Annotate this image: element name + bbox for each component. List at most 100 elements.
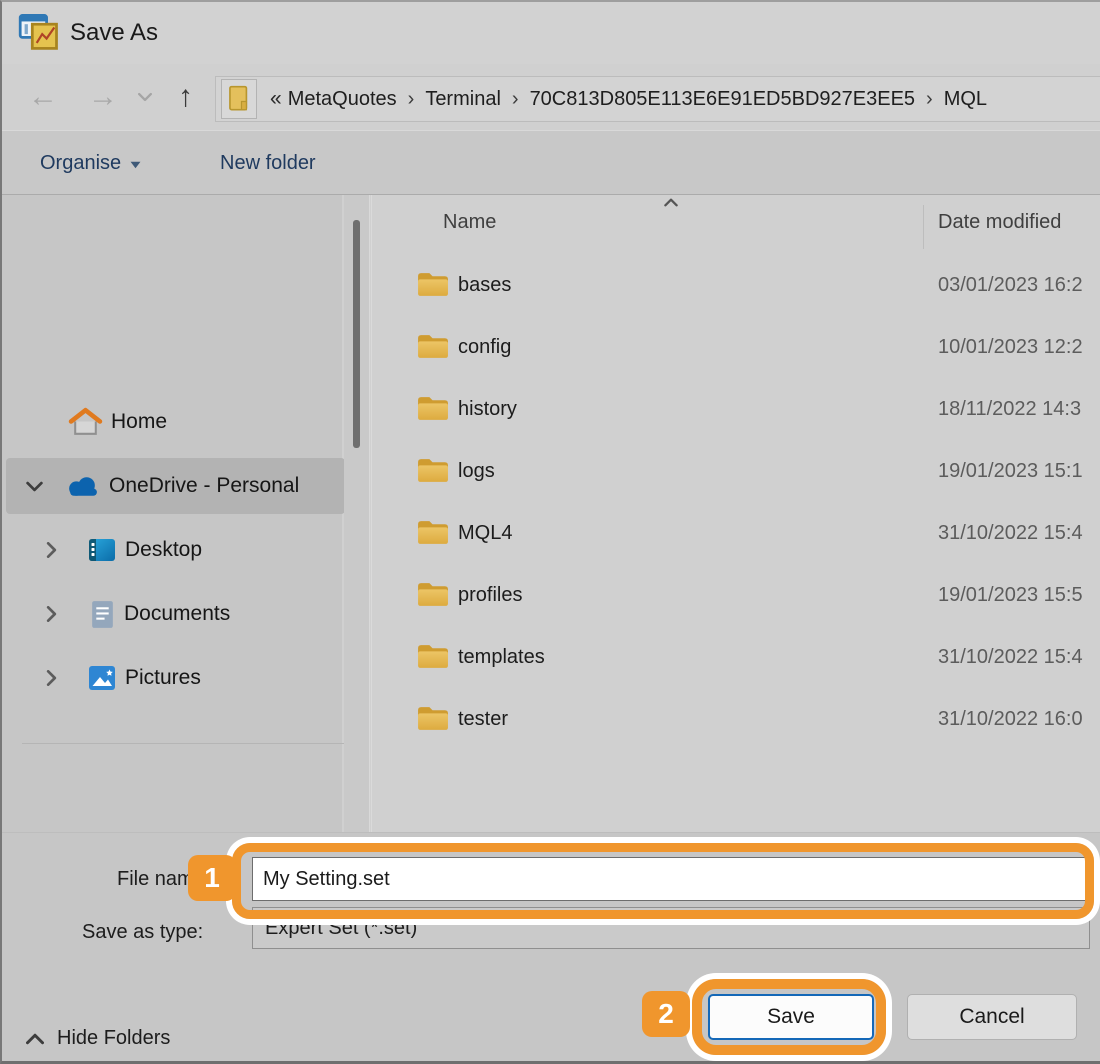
sidebar-item-desktop[interactable]: Desktop [2,527,344,573]
file-date: 18/11/2022 14:3 [938,378,1081,440]
sidebar-item-documents[interactable]: Documents [2,591,344,637]
sidebar-item-label: Home [111,410,167,434]
new-folder-label: New folder [220,152,316,175]
file-name: profiles [458,564,522,626]
breadcrumb-separator-icon: › [397,88,426,111]
folder-icon [416,333,449,360]
column-header-name[interactable]: Name [443,211,496,234]
app-icon [18,13,62,53]
folder-icon [416,643,449,670]
sidebar-item-onedrive[interactable]: OneDrive - Personal [2,463,344,509]
documents-icon [89,599,116,630]
step-1-number: 1 [204,862,220,894]
organise-button[interactable]: Organise [40,131,141,195]
expand-chevron-icon[interactable] [46,606,57,622]
hide-folders-button[interactable]: Hide Folders [26,1015,170,1061]
address-folder-icon[interactable] [221,79,257,119]
file-date: 31/10/2022 15:4 [938,626,1083,688]
hide-folders-label: Hide Folders [57,1027,170,1050]
breadcrumb-separator-icon: › [501,88,530,111]
file-row-config[interactable]: config 10/01/2023 12:2 [372,316,1100,378]
folder-icon [416,271,449,298]
onedrive-icon [64,474,101,499]
save-button-label: Save [767,1005,815,1029]
sidebar-item-label: OneDrive - Personal [109,474,299,498]
file-row-history[interactable]: history 18/11/2022 14:3 [372,378,1100,440]
breadcrumb-item-mql[interactable]: MQL [944,88,987,111]
dialog-footer: File name: 1 Save as type: Expert Set (*… [2,832,1100,1063]
breadcrumb-separator-icon: › [915,88,944,111]
up-icon[interactable]: ↑ [178,64,193,130]
breadcrumb-item-terminal-id[interactable]: 70C813D805E113E6E91ED5BD927E3EE5 [530,88,915,111]
folder-icon [416,395,449,422]
chevron-up-icon [26,1033,44,1045]
scrollbar-thumb[interactable] [353,220,360,448]
file-row-logs[interactable]: logs 19/01/2023 15:1 [372,440,1100,502]
save-as-type-value: Expert Set (*.set) [265,917,417,940]
sidebar-item-pictures[interactable]: Pictures [2,655,344,701]
command-toolbar: Organise New folder [2,130,1100,195]
address-bar[interactable]: « MetaQuotes › Terminal › 70C813D805E113… [215,76,1100,122]
file-date: 31/10/2022 16:0 [938,688,1083,750]
file-name: history [458,378,517,440]
breadcrumb-collapse-icon[interactable]: « [257,87,288,111]
step-2-badge: 2 [642,991,690,1037]
folder-icon [416,457,449,484]
file-date: 10/01/2023 12:2 [938,316,1083,378]
breadcrumb-item-terminal[interactable]: Terminal [425,88,501,111]
new-folder-button[interactable]: New folder [220,131,316,195]
title-bar: Save As [2,2,1100,64]
forward-icon[interactable]: → [88,64,118,130]
sidebar-scrollbar[interactable] [344,195,370,832]
file-name: MQL4 [458,502,512,564]
file-date: 31/10/2022 15:4 [938,502,1083,564]
navigation-bar: ← → ↑ « MetaQuotes › Terminal › 70C813D8… [2,64,1100,130]
breadcrumb-item-metaquotes[interactable]: MetaQuotes [288,88,397,111]
step-1-badge: 1 [188,855,236,901]
pictures-icon [87,663,117,693]
desktop-icon [87,535,117,565]
step-2-number: 2 [658,998,674,1030]
navigation-pane: Home OneDrive - Personal Desktop [2,195,342,832]
file-row-templates[interactable]: templates 31/10/2022 15:4 [372,626,1100,688]
cancel-button-label: Cancel [959,1005,1024,1029]
content-area: Home OneDrive - Personal Desktop [2,195,1100,832]
file-row-bases[interactable]: bases 03/01/2023 16:2 [372,254,1100,316]
file-name: config [458,316,511,378]
sidebar-divider [22,743,344,744]
list-header: Name Date modified [372,195,1100,250]
save-as-dialog: Save As ← → ↑ « MetaQuotes › Terminal › … [0,0,1100,1064]
folder-icon [416,519,449,546]
cancel-button[interactable]: Cancel [907,994,1077,1040]
save-button[interactable]: Save [708,994,874,1040]
sidebar-item-label: Pictures [125,666,201,690]
sort-ascending-icon[interactable] [664,198,678,207]
expand-chevron-icon[interactable] [46,542,57,558]
organise-label: Organise [40,152,121,175]
collapse-chevron-icon[interactable] [26,481,43,492]
file-name: templates [458,626,545,688]
folder-icon [416,581,449,608]
expand-chevron-icon[interactable] [46,670,57,686]
save-as-type-label: Save as type: [82,921,203,944]
column-header-date-modified[interactable]: Date modified [938,211,1061,234]
file-list: Name Date modified bases 03/01/2023 16:2… [371,195,1100,832]
file-date: 19/01/2023 15:1 [938,440,1083,502]
back-icon[interactable]: ← [28,64,58,130]
home-icon [68,407,103,438]
sidebar-item-label: Documents [124,602,230,626]
file-date: 19/01/2023 15:5 [938,564,1083,626]
file-row-mql4[interactable]: MQL4 31/10/2022 15:4 [372,502,1100,564]
sidebar-item-label: Desktop [125,538,202,562]
organise-dropdown-icon [130,161,141,169]
file-name-input[interactable] [252,857,1090,901]
file-row-profiles[interactable]: profiles 19/01/2023 15:5 [372,564,1100,626]
file-date: 03/01/2023 16:2 [938,254,1083,316]
file-name: logs [458,440,495,502]
file-name: tester [458,688,508,750]
file-row-tester[interactable]: tester 31/10/2022 16:0 [372,688,1100,750]
recent-locations-chevron-icon[interactable] [138,92,152,102]
column-divider[interactable] [923,205,924,249]
save-as-type-select[interactable]: Expert Set (*.set) [252,907,1090,949]
folder-icon [416,705,449,732]
